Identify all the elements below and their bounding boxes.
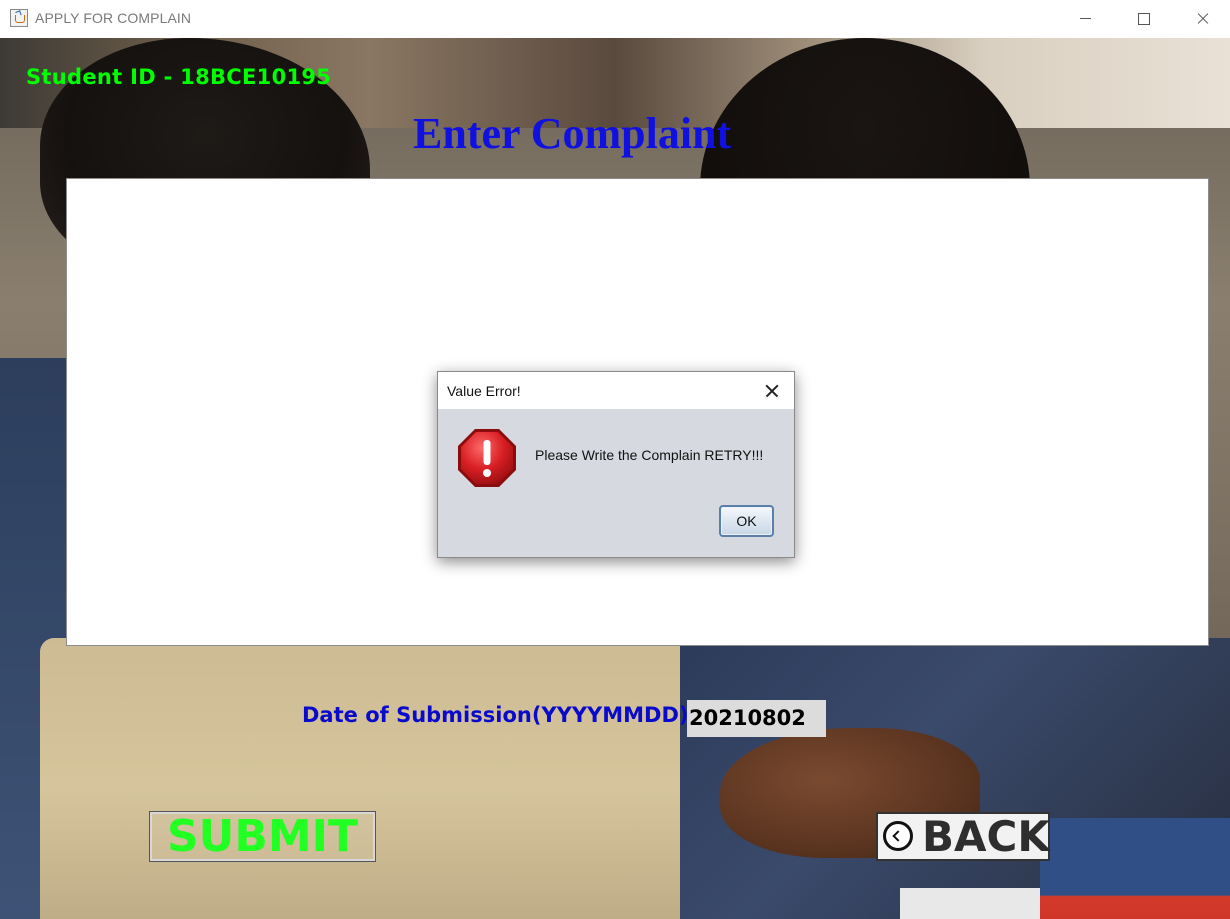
student-id-label: Student ID - 18BCE10195 xyxy=(26,65,332,89)
dialog-title: Value Error! xyxy=(447,383,521,399)
date-of-submission-label: Date of Submission(YYYYMMDD) xyxy=(302,703,689,727)
window-title: APPLY FOR COMPLAIN xyxy=(35,10,192,26)
back-button-label: BACK xyxy=(922,812,1050,861)
maximize-icon[interactable] xyxy=(1115,0,1173,38)
date-of-submission-field[interactable]: 20210802 xyxy=(687,700,826,737)
photo-books-stack xyxy=(1040,818,1230,919)
page-title: Enter Complaint xyxy=(413,109,732,158)
ok-button[interactable]: OK xyxy=(719,505,774,537)
photo-books-white xyxy=(900,888,1060,919)
back-arrow-icon xyxy=(883,821,913,851)
minimize-icon[interactable] xyxy=(1057,0,1115,38)
photo-laptop xyxy=(40,638,680,919)
back-button[interactable]: BACK xyxy=(876,812,1050,861)
submit-button[interactable]: SUBMIT xyxy=(149,811,376,862)
window-titlebar: APPLY FOR COMPLAIN xyxy=(0,0,1230,39)
dialog-titlebar: Value Error! xyxy=(438,372,794,409)
dialog-message: Please Write the Complain RETRY!!! xyxy=(535,447,764,463)
error-octagon-icon xyxy=(458,429,516,487)
error-dialog: Value Error! Please Write the Complain R… xyxy=(437,371,795,558)
java-app-icon xyxy=(10,9,28,27)
close-window-icon[interactable] xyxy=(1173,0,1230,38)
dialog-close-icon[interactable] xyxy=(756,376,788,406)
